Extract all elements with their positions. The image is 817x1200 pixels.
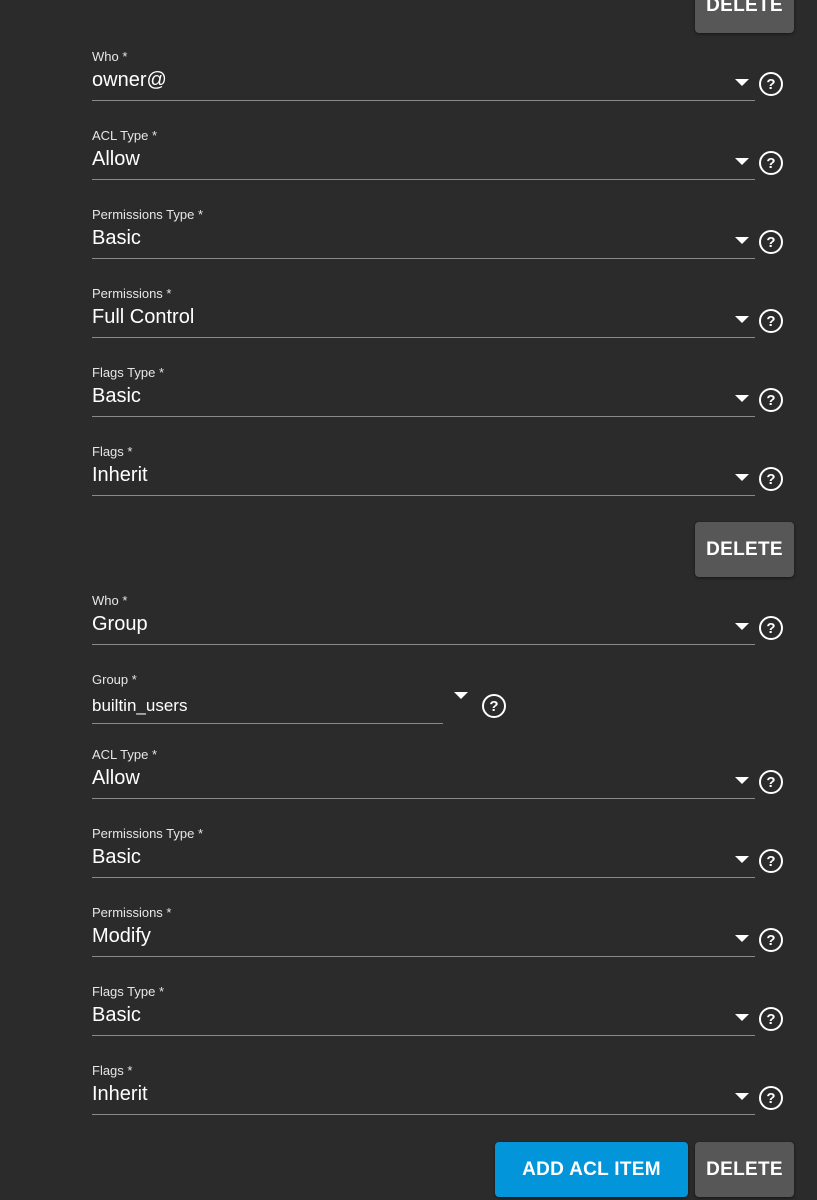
field-value: Allow — [92, 767, 140, 789]
field-underline — [92, 877, 755, 878]
permissions-type-select[interactable]: Permissions Type * Basic ? — [92, 207, 792, 277]
caret-down-icon[interactable] — [735, 777, 749, 784]
help-circle-icon[interactable]: ? — [759, 1086, 783, 1110]
flags-select[interactable]: Flags * Inherit ? — [92, 1063, 792, 1133]
field-value: Full Control — [92, 306, 195, 328]
caret-down-icon[interactable] — [735, 79, 749, 86]
field-label: Permissions Type * — [92, 826, 204, 841]
field-underline — [92, 644, 755, 645]
field-underline — [92, 337, 755, 338]
flags-type-select[interactable]: Flags Type * Basic ? — [92, 984, 792, 1054]
field-label: ACL Type * — [92, 128, 158, 143]
caret-down-icon[interactable] — [735, 474, 749, 481]
field-label: Who * — [92, 49, 128, 64]
caret-down-icon[interactable] — [735, 395, 749, 402]
help-circle-icon[interactable]: ? — [759, 849, 783, 873]
caret-down-icon[interactable] — [735, 158, 749, 165]
field-value: Inherit — [92, 464, 148, 486]
who-select[interactable]: Who * owner@ ? — [92, 49, 792, 119]
field-value: Group — [92, 613, 148, 635]
caret-down-icon[interactable] — [735, 1093, 749, 1100]
field-value: builtin_users — [92, 696, 188, 715]
field-value: Basic — [92, 385, 141, 407]
field-underline — [92, 1114, 755, 1115]
delete-button[interactable]: DELETE — [695, 522, 794, 577]
acl-type-select[interactable]: ACL Type * Allow ? — [92, 747, 792, 817]
help-circle-icon[interactable]: ? — [759, 1007, 783, 1031]
help-circle-icon[interactable]: ? — [759, 770, 783, 794]
field-underline — [92, 495, 755, 496]
field-label: Group * — [92, 672, 137, 687]
field-underline — [92, 179, 755, 180]
help-circle-icon[interactable]: ? — [759, 616, 783, 640]
help-circle-icon[interactable]: ? — [759, 230, 783, 254]
caret-down-icon[interactable] — [735, 935, 749, 942]
field-label: Permissions * — [92, 286, 172, 301]
help-circle-icon[interactable]: ? — [759, 467, 783, 491]
field-value: Allow — [92, 148, 140, 170]
who-select[interactable]: Who * Group ? — [92, 593, 792, 663]
flags-type-select[interactable]: Flags Type * Basic ? — [92, 365, 792, 435]
caret-down-icon[interactable] — [735, 237, 749, 244]
help-circle-icon[interactable]: ? — [759, 309, 783, 333]
field-label: Flags Type * — [92, 984, 165, 999]
help-circle-icon[interactable]: ? — [759, 928, 783, 952]
help-circle-icon[interactable]: ? — [759, 388, 783, 412]
add-acl-item-button[interactable]: ADD ACL ITEM — [495, 1142, 688, 1197]
caret-down-icon[interactable] — [454, 692, 468, 699]
group-select[interactable]: Group * builtin_users ? — [92, 672, 792, 742]
permissions-type-select[interactable]: Permissions Type * Basic ? — [92, 826, 792, 896]
field-label: Flags Type * — [92, 365, 165, 380]
field-underline — [92, 258, 755, 259]
field-label: Who * — [92, 593, 128, 608]
flags-select[interactable]: Flags * Inherit ? — [92, 444, 792, 514]
field-underline — [92, 723, 443, 724]
help-circle-icon[interactable]: ? — [759, 72, 783, 96]
field-underline — [92, 100, 755, 101]
field-underline — [92, 956, 755, 957]
help-circle-icon[interactable]: ? — [482, 694, 506, 718]
caret-down-icon[interactable] — [735, 316, 749, 323]
field-value: Modify — [92, 925, 151, 947]
field-label: Flags * — [92, 444, 133, 459]
delete-button[interactable]: DELETE — [695, 1142, 794, 1197]
field-value: Basic — [92, 227, 141, 249]
field-label: Permissions Type * — [92, 207, 204, 222]
field-value: Basic — [92, 846, 141, 868]
field-label: Permissions * — [92, 905, 172, 920]
caret-down-icon[interactable] — [735, 856, 749, 863]
caret-down-icon[interactable] — [735, 623, 749, 630]
field-value: owner@ — [92, 69, 167, 91]
field-underline — [92, 416, 755, 417]
field-underline — [92, 798, 755, 799]
field-value: Basic — [92, 1004, 141, 1026]
field-underline — [92, 1035, 755, 1036]
field-label: Flags * — [92, 1063, 133, 1078]
acl-type-select[interactable]: ACL Type * Allow ? — [92, 128, 792, 198]
caret-down-icon[interactable] — [735, 1014, 749, 1021]
help-circle-icon[interactable]: ? — [759, 151, 783, 175]
permissions-select[interactable]: Permissions * Full Control ? — [92, 286, 792, 356]
field-value: Inherit — [92, 1083, 148, 1105]
permissions-select[interactable]: Permissions * Modify ? — [92, 905, 792, 975]
field-label: ACL Type * — [92, 747, 158, 762]
delete-button[interactable]: DELETE — [695, 0, 794, 33]
